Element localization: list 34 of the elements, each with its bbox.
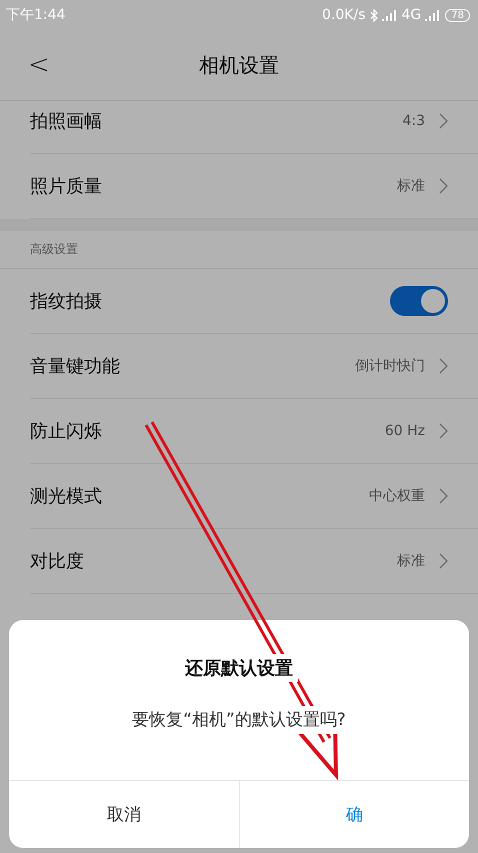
- setting-value: 倒计时快门: [355, 357, 425, 375]
- back-button[interactable]: <: [28, 50, 50, 80]
- chevron-icon: [439, 358, 448, 374]
- setting-label[interactable]: 测光模式: [30, 484, 369, 508]
- toggle-switch[interactable]: [390, 286, 448, 316]
- setting-label[interactable]: 音量键功能: [30, 354, 355, 378]
- setting-label[interactable]: 拍照画幅: [30, 109, 402, 133]
- battery-level: 78: [445, 8, 470, 22]
- cancel-button[interactable]: 取消: [9, 781, 240, 848]
- chevron-icon: [439, 488, 448, 504]
- status-time: 下午1:44: [6, 6, 66, 24]
- chevron-icon: [439, 113, 448, 129]
- bluetooth-icon: [370, 8, 378, 22]
- setting-value: 标准: [397, 177, 425, 195]
- section-title: 高级设置: [30, 241, 78, 258]
- setting-label[interactable]: 指纹拍摄: [30, 289, 390, 313]
- signal-icon: [425, 10, 442, 20]
- setting-value: 标准: [397, 552, 425, 570]
- signal-icon: [382, 10, 398, 20]
- setting-value: 60 Hz: [384, 423, 425, 439]
- page-title: 相机设置: [199, 52, 279, 78]
- setting-value: 4:3: [402, 113, 425, 129]
- dialog-title: 还原默认设置: [185, 657, 293, 680]
- setting-label[interactable]: 照片质量: [30, 174, 397, 198]
- chevron-icon: [439, 553, 448, 569]
- chevron-icon: [439, 178, 448, 194]
- setting-value: 中心权重: [369, 487, 425, 505]
- dialog-message: 要恢复“相机”的默认设置吗?: [132, 709, 346, 731]
- network-type: 4G: [402, 7, 422, 23]
- setting-label[interactable]: 防止闪烁: [30, 419, 385, 443]
- confirm-button[interactable]: 确: [240, 781, 469, 848]
- network-speed: 0.0K/s: [322, 7, 366, 23]
- chevron-icon: [439, 423, 448, 439]
- setting-label[interactable]: 对比度: [30, 549, 397, 573]
